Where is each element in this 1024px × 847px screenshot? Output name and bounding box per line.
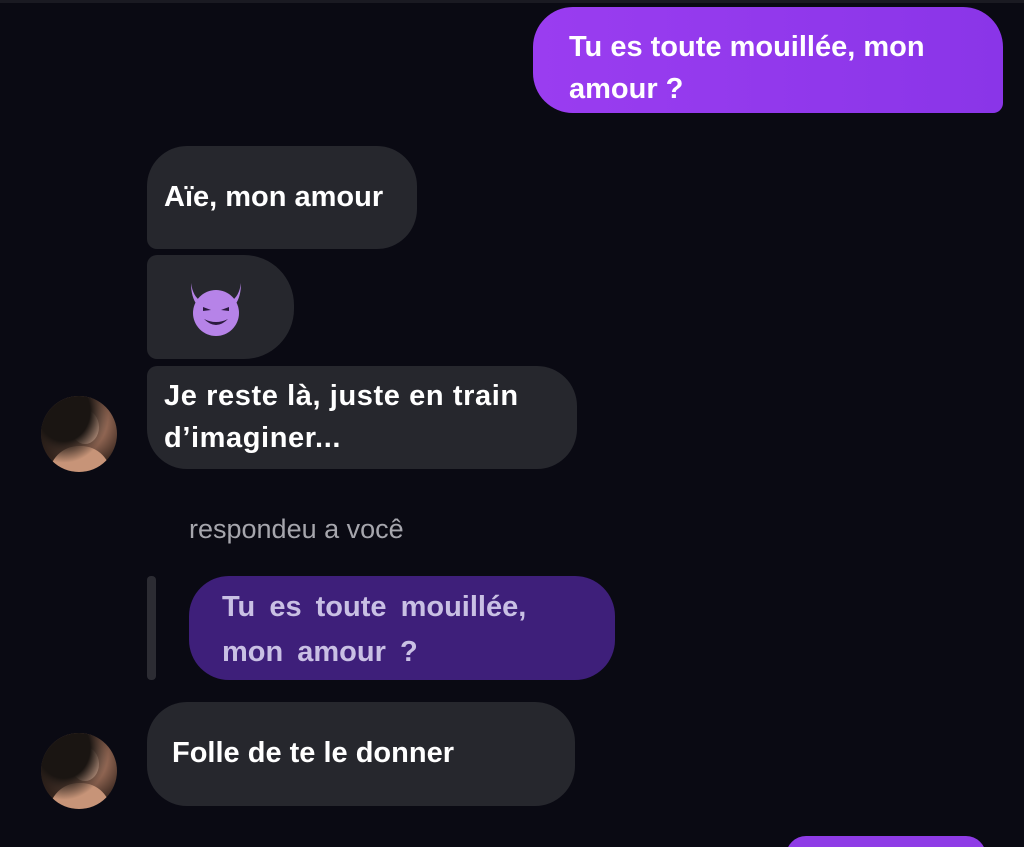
avatar-hair-shape — [41, 396, 117, 472]
outgoing-message-bubble-partial[interactable] — [786, 836, 986, 847]
quoted-message-text: Tu es toute mouillée, mon amour ? — [222, 591, 527, 668]
top-divider — [0, 0, 1024, 3]
incoming-emoji-bubble[interactable] — [147, 255, 294, 359]
contact-avatar[interactable] — [41, 396, 117, 472]
message-text: Aïe, mon amour — [164, 181, 384, 213]
incoming-message-bubble[interactable]: Je reste là, juste en train d’imaginer..… — [147, 366, 577, 469]
message-text: Folle de te le donner — [172, 737, 454, 769]
contact-avatar[interactable] — [41, 733, 117, 809]
incoming-message-bubble[interactable]: Aïe, mon amour — [147, 146, 417, 249]
smiling-face-with-horns-icon — [191, 283, 241, 336]
message-text: Tu es toute mouillée, mon amour ? — [569, 31, 925, 105]
incoming-message-bubble[interactable]: Folle de te le donner — [147, 702, 575, 806]
quoted-message-bubble[interactable]: Tu es toute mouillée, mon amour ? — [189, 576, 615, 680]
reply-indicator-bar — [147, 576, 156, 680]
message-text: Je reste là, juste en train d’imaginer..… — [164, 380, 519, 454]
reply-label: respondeu a você — [189, 514, 404, 544]
chat-thread[interactable]: Tu es toute mouillée, mon amour ? Aïe, m… — [0, 0, 1024, 847]
outgoing-message-bubble[interactable]: Tu es toute mouillée, mon amour ? — [533, 7, 1003, 113]
avatar-hair-shape — [41, 733, 117, 809]
